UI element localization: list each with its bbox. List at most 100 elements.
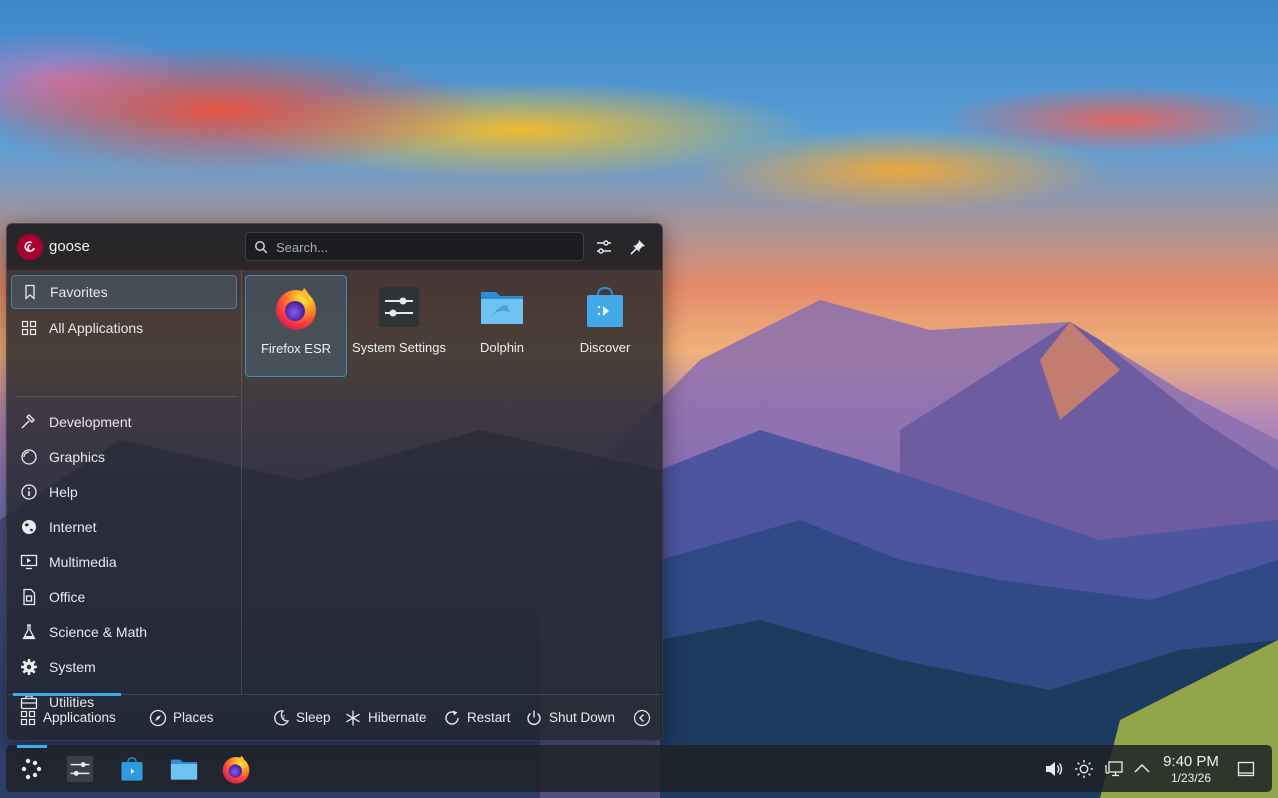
clock-time: 9:40 PM	[1163, 753, 1219, 770]
search-input[interactable]	[274, 236, 578, 259]
sidebar-item-science-math[interactable]: Science & Math	[11, 615, 237, 649]
app-system-settings[interactable]: System Settings	[348, 275, 450, 377]
sidebar-item-label: Help	[49, 484, 78, 500]
tab-label: Places	[173, 710, 214, 725]
app-discover[interactable]: Discover	[554, 275, 656, 377]
sidebar-item-label: Office	[49, 589, 86, 605]
sleep-button[interactable]: z Sleep	[272, 695, 331, 740]
flask-icon	[19, 622, 39, 642]
sidebar-item-development[interactable]: Development	[11, 405, 237, 439]
tab-places[interactable]: Places	[149, 695, 214, 740]
sidebar-item-favorites[interactable]: Favorites	[11, 275, 237, 309]
tab-label: Applications	[43, 710, 116, 725]
category-sidebar: Favorites All Applications Development G…	[7, 270, 241, 710]
digital-clock[interactable]: 9:40 PM 1/23/26	[1156, 753, 1226, 785]
sidebar-item-label: Development	[49, 414, 132, 430]
restart-button[interactable]: Restart	[443, 695, 511, 740]
network-button[interactable]	[1104, 759, 1124, 779]
palette-icon	[19, 447, 39, 467]
hibernate-button[interactable]: Hibernate	[344, 695, 427, 740]
grid-icon	[19, 318, 39, 338]
show-desktop-icon	[1237, 761, 1255, 777]
bookmark-icon	[20, 282, 40, 302]
shopping-bag-icon	[121, 757, 143, 781]
sidebar-divider-vertical	[241, 270, 242, 694]
tab-applications[interactable]: Applications	[19, 695, 116, 740]
folder-icon	[481, 292, 523, 324]
gear-icon	[19, 657, 39, 677]
action-label: Restart	[467, 710, 511, 725]
folder-icon	[170, 759, 198, 780]
sidebar-item-label: Multimedia	[49, 554, 117, 570]
show-hidden-icons-button[interactable]	[1132, 759, 1152, 779]
application-launcher: goose Search... Favorites All Applicatio…	[6, 223, 663, 741]
sidebar-item-internet[interactable]: Internet	[11, 510, 237, 544]
favorites-grid: Firefox ESR System Settings Dolphin Disc…	[245, 275, 660, 690]
network-icon	[1105, 761, 1123, 777]
pin-button[interactable]	[626, 235, 650, 259]
settings-app-icon	[66, 755, 94, 783]
hammer-icon	[19, 412, 39, 432]
sidebar-item-help[interactable]: Help	[11, 475, 237, 509]
sidebar-item-office[interactable]: Office	[11, 580, 237, 614]
action-label: Hibernate	[368, 710, 427, 725]
firefox-icon	[276, 288, 316, 330]
task-firefox[interactable]	[218, 751, 254, 787]
username-label: goose	[49, 238, 90, 255]
volume-button[interactable]	[1044, 759, 1064, 779]
more-actions-button[interactable]	[633, 695, 657, 740]
svg-text:z: z	[282, 714, 285, 721]
pin-icon	[630, 240, 645, 255]
action-label: Sleep	[296, 710, 331, 725]
grid-icon	[19, 709, 37, 727]
app-firefox-esr[interactable]: Firefox ESR	[245, 275, 347, 377]
sidebar-item-label: Science & Math	[49, 624, 148, 640]
sidebar-item-label: Internet	[49, 519, 97, 535]
app-dolphin[interactable]: Dolphin	[451, 275, 553, 377]
document-icon	[19, 587, 39, 607]
action-label: Shut Down	[549, 710, 616, 725]
kde-launcher-icon	[21, 758, 42, 780]
clock-date: 1/23/26	[1170, 771, 1212, 785]
compass-icon	[149, 709, 167, 727]
settings-app-icon	[379, 287, 419, 327]
user-avatar[interactable]	[17, 234, 43, 260]
launcher-header: goose	[7, 224, 662, 270]
launcher-footer: Applications Places z Sleep Hibernate Re…	[7, 693, 662, 740]
sidebar-item-system[interactable]: System	[11, 650, 237, 684]
application-launcher-button[interactable]	[14, 751, 50, 787]
globe-icon	[19, 517, 39, 537]
shut-down-button[interactable]: Shut Down	[525, 695, 615, 740]
volume-icon	[1046, 762, 1063, 776]
taskbar: 9:40 PM 1/23/26	[6, 745, 1272, 792]
app-label: Firefox ESR	[260, 341, 332, 356]
configure-button[interactable]	[592, 235, 616, 259]
sidebar-item-multimedia[interactable]: Multimedia	[11, 545, 237, 579]
app-label: System Settings	[352, 340, 446, 355]
brightness-icon	[1075, 760, 1093, 778]
task-discover[interactable]	[114, 751, 150, 787]
task-dolphin[interactable]	[166, 751, 202, 787]
search-field[interactable]	[245, 232, 584, 261]
info-icon	[19, 482, 39, 502]
task-system-settings[interactable]	[62, 751, 98, 787]
debian-swirl-icon	[24, 241, 35, 252]
brightness-button[interactable]	[1074, 759, 1094, 779]
shopping-bag-icon	[587, 286, 623, 327]
power-icon	[525, 709, 543, 727]
show-desktop-button[interactable]	[1236, 759, 1256, 779]
sidebar-divider	[15, 396, 237, 397]
app-label: Discover	[579, 340, 631, 355]
sidebar-item-graphics[interactable]: Graphics	[11, 440, 237, 474]
moon-icon: z	[272, 709, 290, 727]
sidebar-item-label: Graphics	[49, 449, 106, 465]
sidebar-item-label: Favorites	[50, 284, 108, 300]
launcher-active-indicator	[17, 745, 47, 748]
chevron-up-icon	[1134, 763, 1150, 773]
sliders-icon	[597, 240, 611, 254]
app-label: Dolphin	[479, 340, 525, 355]
sidebar-item-all-applications[interactable]: All Applications	[11, 311, 237, 345]
chevron-left-icon	[633, 709, 651, 727]
firefox-icon	[222, 755, 250, 784]
search-icon	[255, 241, 268, 254]
